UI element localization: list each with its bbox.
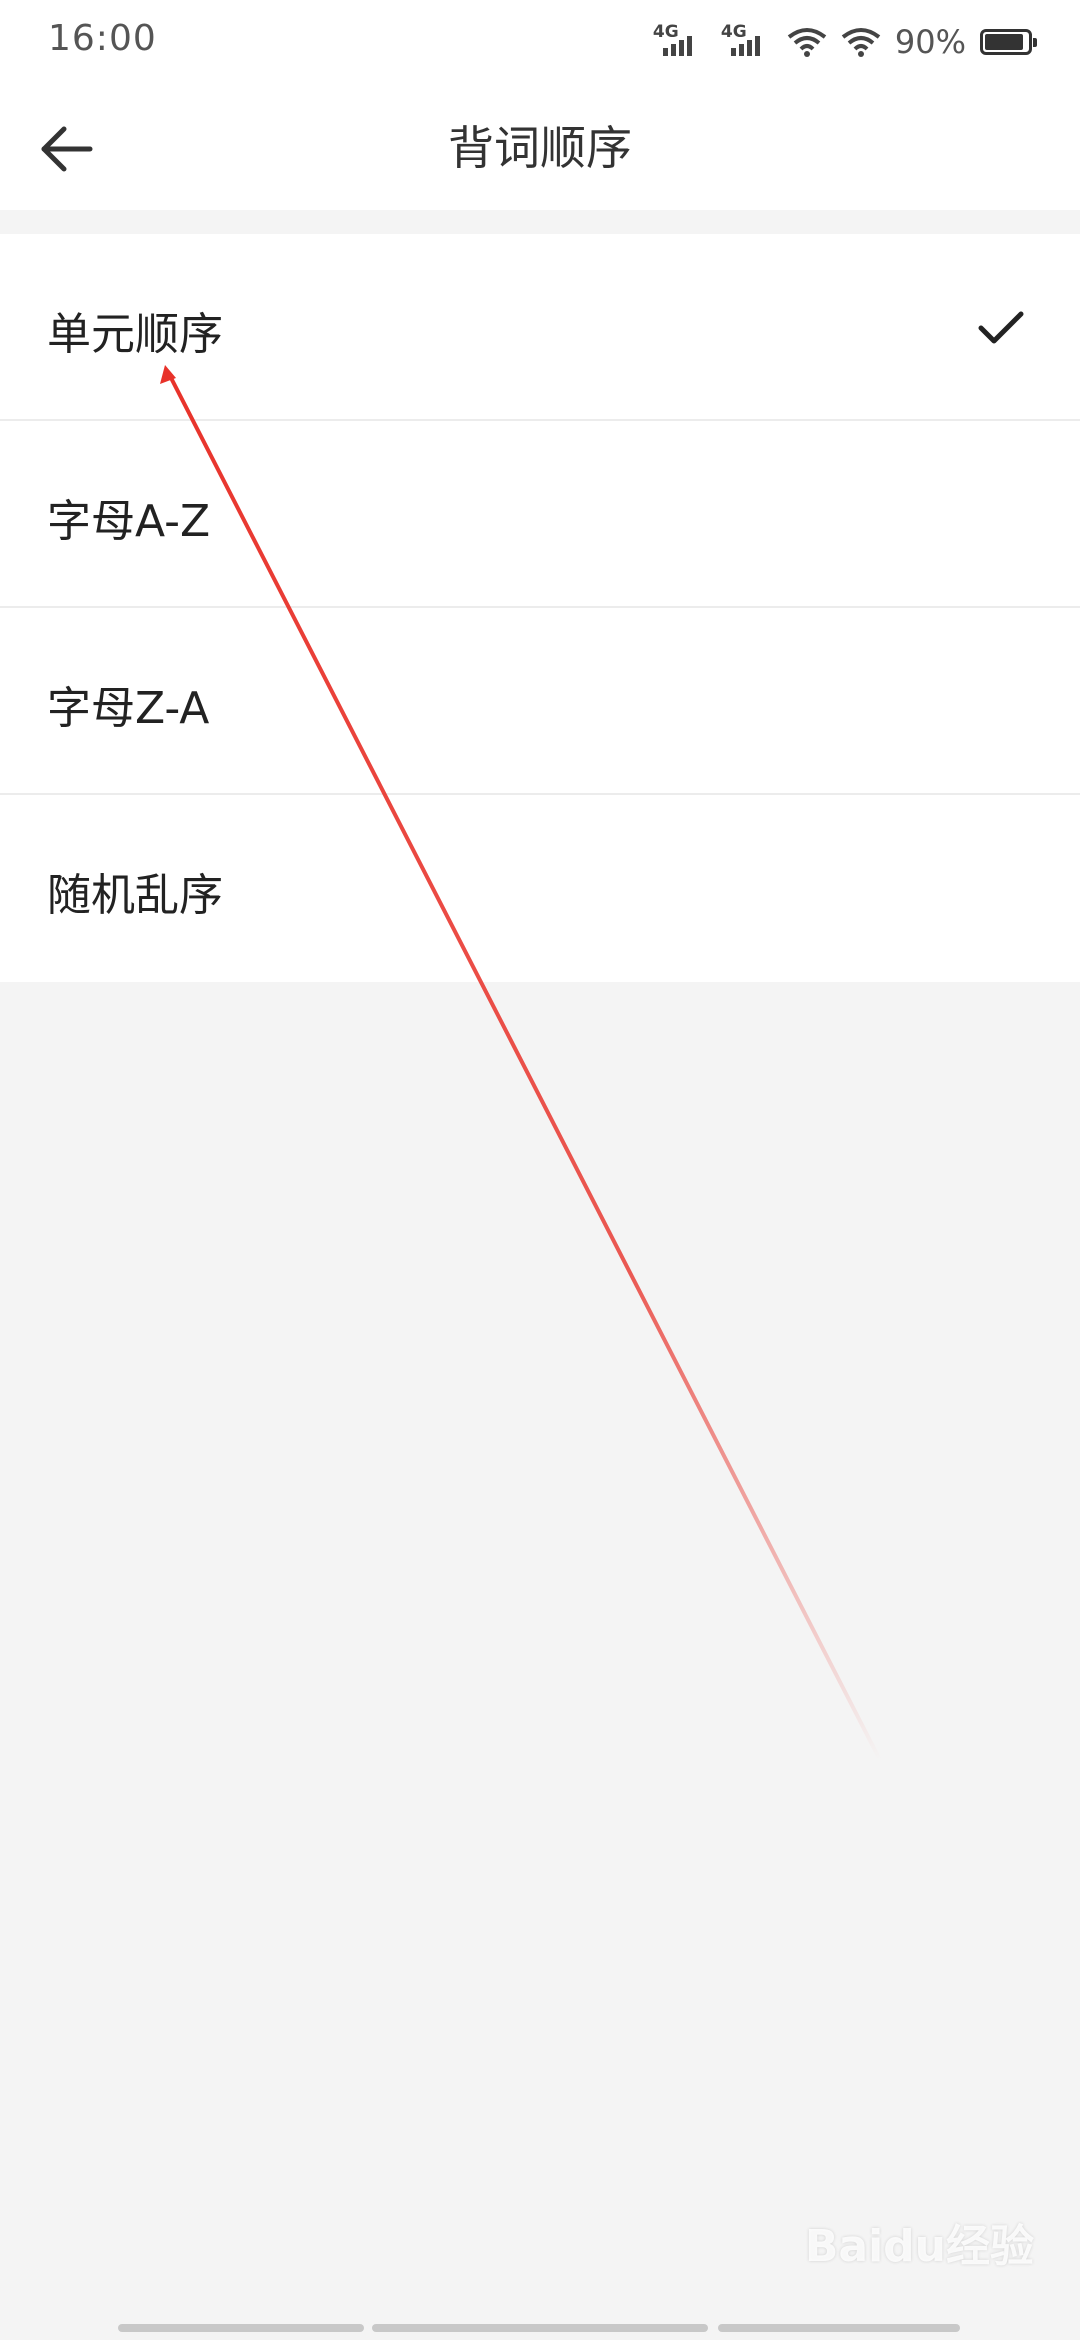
option-alphabet-z-a[interactable]: 字母Z-A — [0, 608, 1080, 795]
nav-segment — [718, 2324, 960, 2332]
status-bar: 16:00 4G 4G 90% — [0, 0, 1080, 84]
option-label: 随机乱序 — [47, 870, 223, 921]
option-alphabet-a-z[interactable]: 字母A-Z — [0, 421, 1080, 608]
nav-segment — [118, 2324, 364, 2332]
option-label: 字母Z-A — [47, 683, 210, 734]
wifi-icon — [841, 28, 881, 57]
signal-icon — [730, 36, 760, 56]
page-title: 背词顺序 — [448, 121, 632, 175]
battery-icon — [980, 29, 1037, 55]
option-label: 字母A-Z — [47, 496, 211, 547]
cellular-1: 4G — [651, 22, 705, 62]
cellular-2: 4G — [719, 22, 773, 62]
order-options-list: 单元顺序 字母A-Z 字母Z-A 随机乱序 — [0, 234, 1080, 982]
status-icons: 4G 4G 90% — [651, 20, 1037, 64]
signal-icon — [662, 36, 692, 56]
status-time: 16:00 — [48, 18, 157, 59]
option-label: 单元顺序 — [47, 309, 223, 360]
app-bar: 背词顺序 — [0, 84, 1080, 210]
option-random-order[interactable]: 随机乱序 — [0, 795, 1080, 982]
navigation-gesture-bar — [118, 2324, 960, 2332]
watermark: Baidu经验 — [804, 2221, 1034, 2272]
battery-percent: 90% — [894, 23, 966, 61]
checkmark-icon — [978, 311, 1024, 344]
option-unit-order[interactable]: 单元顺序 — [0, 234, 1080, 421]
battery-level — [985, 34, 1023, 50]
nav-segment — [372, 2324, 708, 2332]
wifi-icon — [787, 28, 827, 57]
